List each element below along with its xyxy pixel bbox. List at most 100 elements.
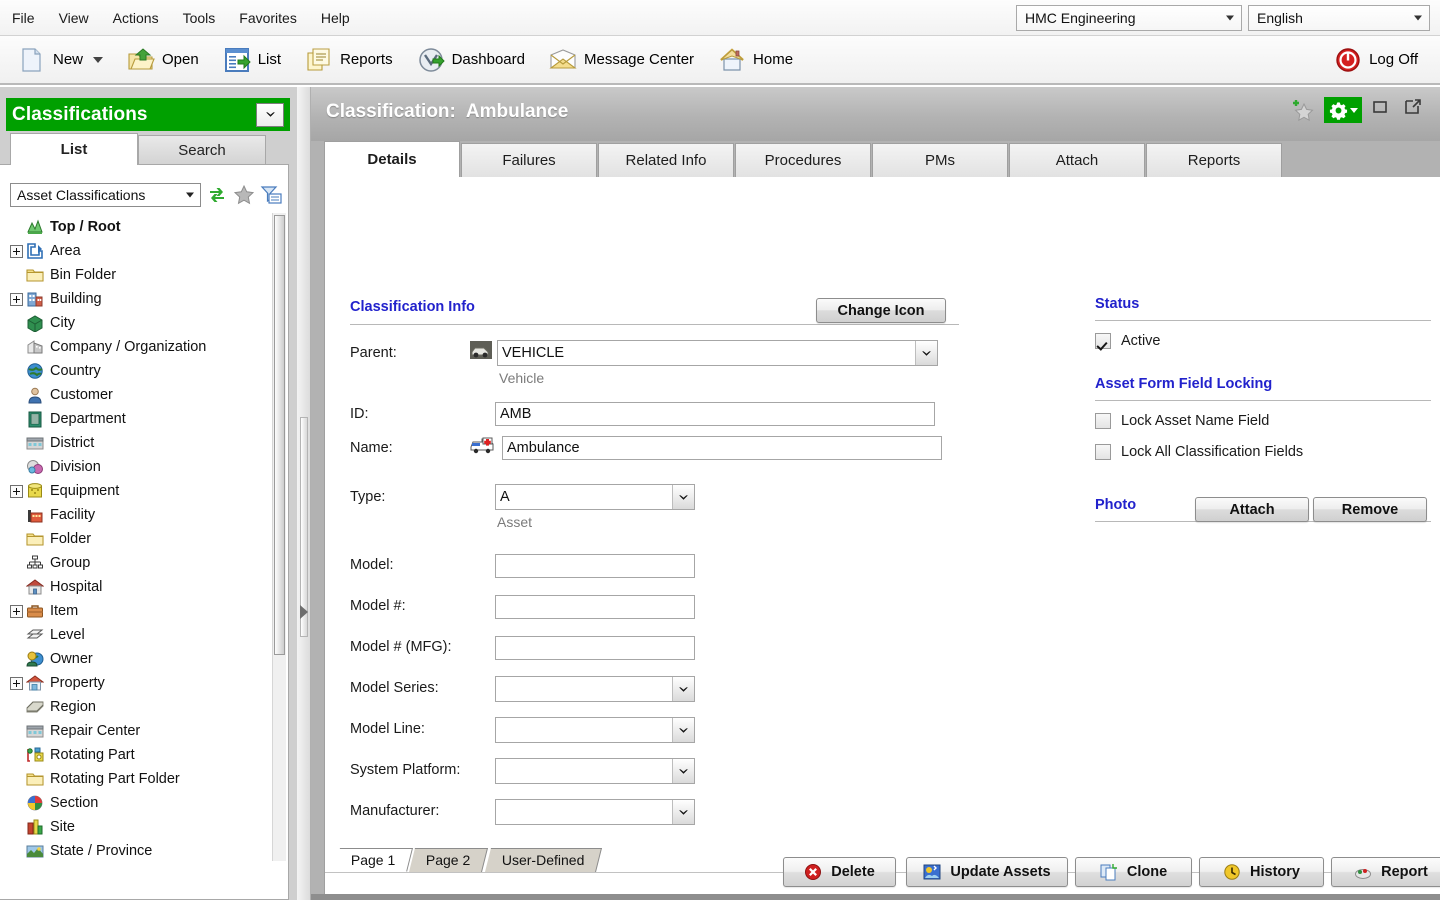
classification-tree[interactable]: Top / Root Area Bin Folder Building City… [6,215,278,895]
tree-item-area[interactable]: Area [6,239,278,263]
list-button[interactable]: List [213,42,291,78]
model-series-select-button[interactable] [672,677,694,701]
filter-icon[interactable] [260,184,282,206]
sidebar-tab-list[interactable]: List [10,133,138,165]
tree-item-rotating-part-folder[interactable]: Rotating Part Folder [6,767,278,791]
reports-button[interactable]: Reports [295,42,403,78]
report-button[interactable]: Report [1331,857,1440,887]
tree-item-group[interactable]: Group [6,551,278,575]
model-line-select-button[interactable] [672,718,694,742]
menu-item-view[interactable]: View [47,6,101,30]
tree-item-region[interactable]: Region [6,695,278,719]
tree-item-property[interactable]: Property [6,671,278,695]
active-checkbox-row[interactable]: Active [1095,333,1161,349]
tree-item-owner[interactable]: Owner [6,647,278,671]
tree-item-section[interactable]: Section [6,791,278,815]
tab-attach[interactable]: Attach [1009,143,1145,177]
tree-item-district[interactable]: District [6,431,278,455]
lock-all-fields-checkbox[interactable] [1095,444,1111,460]
name-input[interactable] [502,436,942,460]
open-button[interactable]: Open [117,42,209,78]
tree-item-hospital[interactable]: Hospital [6,575,278,599]
tree-item-level[interactable]: Level [6,623,278,647]
settings-gear-button[interactable] [1324,97,1362,123]
tree-item-equipment[interactable]: Equipment [6,479,278,503]
lock-asset-name-checkbox[interactable] [1095,413,1111,429]
sidebar-tab-search[interactable]: Search [138,135,266,165]
change-icon-button[interactable]: Change Icon [816,298,946,323]
photo-remove-button[interactable]: Remove [1313,497,1427,522]
delete-button[interactable]: Delete [783,857,896,887]
tree-item-company-organization[interactable]: Company / Organization [6,335,278,359]
lock-asset-name-row[interactable]: Lock Asset Name Field [1095,413,1269,429]
model-series-select[interactable] [495,676,695,702]
home-button[interactable]: Home [708,42,803,78]
chevron-down-icon[interactable] [93,56,104,63]
refresh-icon[interactable] [206,184,228,206]
tree-item-item[interactable]: Item [6,599,278,623]
message-center-button[interactable]: Message Center [539,42,704,78]
tab-pms[interactable]: PMs [872,143,1008,177]
menu-item-actions[interactable]: Actions [101,6,171,30]
menu-item-help[interactable]: Help [309,6,362,30]
tree-item-state-province[interactable]: State / Province [6,839,278,863]
expand-toggle[interactable] [10,244,23,258]
dashboard-button[interactable]: Dashboard [407,42,535,78]
sidebar-scrollbar-thumb[interactable] [274,215,285,655]
sidebar-dropdown-button[interactable] [256,102,284,127]
logoff-button[interactable]: Log Off [1324,42,1428,78]
organization-select[interactable]: HMC Engineering [1016,4,1242,31]
expand-toggle[interactable] [10,676,23,690]
tab-reports[interactable]: Reports [1146,143,1282,177]
tab-details[interactable]: Details [324,141,460,177]
sidebar-scrollbar[interactable] [272,213,286,861]
splitter-collapse-arrow-icon[interactable] [300,605,308,619]
system-platform-select-button[interactable] [672,759,694,783]
add-favorite-icon[interactable] [1291,98,1315,122]
active-checkbox[interactable] [1095,333,1111,349]
tree-item-customer[interactable]: Customer [6,383,278,407]
history-button[interactable]: History [1199,857,1324,887]
system-platform-select[interactable] [495,758,695,784]
tab-procedures[interactable]: Procedures [735,143,871,177]
language-select[interactable]: English [1248,4,1430,31]
tab-failures[interactable]: Failures [461,143,597,177]
photo-attach-button[interactable]: Attach [1195,497,1309,522]
id-input[interactable] [495,402,935,426]
tree-item-repair-center[interactable]: Repair Center [6,719,278,743]
clone-button[interactable]: Clone [1075,857,1192,887]
expand-toggle[interactable] [10,604,23,618]
tree-item-department[interactable]: Department [6,407,278,431]
menu-item-favorites[interactable]: Favorites [227,6,309,30]
tree-item-city[interactable]: City [6,311,278,335]
open-in-new-window-icon[interactable] [1404,98,1428,122]
tree-item-facility[interactable]: Facility [6,503,278,527]
tree-item-site[interactable]: Site [6,815,278,839]
expand-toggle[interactable] [10,292,23,306]
tree-item-bin-folder[interactable]: Bin Folder [6,263,278,287]
tree-item-folder[interactable]: Folder [6,527,278,551]
parent-select-button[interactable] [915,341,937,365]
model-number-input[interactable] [495,595,695,619]
menu-item-tools[interactable]: Tools [171,6,228,30]
favorite-star-icon[interactable] [233,184,255,206]
tree-item-top-root[interactable]: Top / Root [6,215,278,239]
tab-related-info[interactable]: Related Info [598,143,734,177]
model-number-mfg-input[interactable] [495,636,695,660]
manufacturer-select-button[interactable] [672,800,694,824]
expand-toggle[interactable] [10,484,23,498]
manufacturer-select[interactable] [495,799,695,825]
tree-item-division[interactable]: Division [6,455,278,479]
splitter-grip[interactable] [300,417,308,637]
tree-item-country[interactable]: Country [6,359,278,383]
model-input[interactable] [495,554,695,578]
type-select[interactable]: A [495,484,695,510]
parent-select[interactable]: VEHICLE [497,340,938,366]
tree-item-building[interactable]: Building [6,287,278,311]
tree-item-rotating-part[interactable]: Rotating Part [6,743,278,767]
maximize-icon[interactable] [1371,98,1395,122]
update-assets-button[interactable]: Update Assets [906,857,1068,887]
menu-item-file[interactable]: File [0,6,47,30]
new-button[interactable]: New [8,42,113,78]
type-select-button[interactable] [672,485,694,509]
